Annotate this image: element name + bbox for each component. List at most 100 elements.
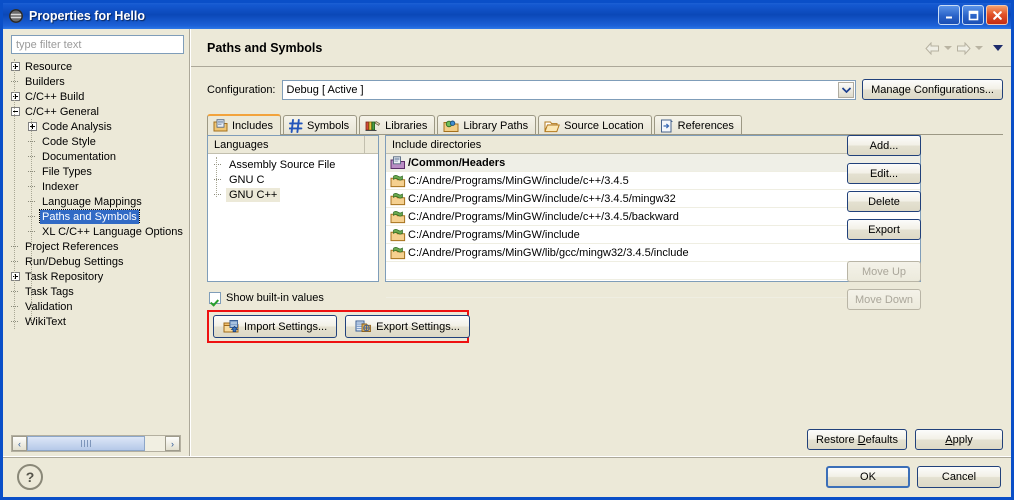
sidebar-item-project-references[interactable]: Project References <box>11 239 190 254</box>
include-directory-row[interactable]: C:/Andre/Programs/MinGW/include/c++/3.4.… <box>386 190 920 208</box>
ok-button[interactable]: OK <box>826 466 910 488</box>
sidebar-item-label: Language Mappings <box>42 195 142 208</box>
sidebar-item-run-debug-settings[interactable]: Run/Debug Settings <box>11 254 190 269</box>
include-folder-icon <box>390 192 406 206</box>
scroll-left-button[interactable]: ‹ <box>12 436 27 451</box>
tab-references[interactable]: References <box>653 115 742 135</box>
include-directories-header: Include directories <box>386 136 920 154</box>
add-button[interactable]: Add... <box>847 135 921 156</box>
show-builtin-checkbox[interactable] <box>209 292 221 304</box>
export-settings-button[interactable]: Export Settings... <box>345 315 470 338</box>
search-input[interactable] <box>11 35 184 54</box>
chevron-down-icon[interactable] <box>838 81 855 98</box>
maximize-button[interactable] <box>962 5 984 25</box>
sidebar-item-builders[interactable]: Builders <box>11 74 190 89</box>
close-button[interactable] <box>986 5 1008 25</box>
language-item-assembly-source-file[interactable]: Assembly Source File <box>214 157 378 172</box>
back-arrow-icon[interactable] <box>924 41 941 56</box>
forward-dropdown-icon[interactable] <box>975 46 983 50</box>
panels-row: Languages Assembly Source File GNU C GNU C… <box>207 135 921 310</box>
language-item-gnu-c-[interactable]: GNU C++ <box>214 187 378 202</box>
tree-line-icon <box>28 167 37 176</box>
sidebar-item-validation[interactable]: Validation <box>11 299 190 314</box>
sidebar-item-language-mappings[interactable]: Language Mappings <box>11 194 190 209</box>
edit-button[interactable]: Edit... <box>847 163 921 184</box>
settings-tree: Resource Builders C/C++ Build C/C++ General… <box>11 59 190 435</box>
include-directories-panel: Include directories /Common/Headers C:/An… <box>385 135 921 298</box>
import-settings-icon <box>223 319 239 334</box>
configuration-select[interactable]: Debug [ Active ] <box>281 79 857 100</box>
include-directory-path: C:/Andre/Programs/MinGW/lib/gcc/mingw32/… <box>408 246 689 259</box>
move-down-button: Move Down <box>847 289 921 310</box>
forward-arrow-icon[interactable] <box>955 41 972 56</box>
sidebar-item-label: Project References <box>25 240 119 253</box>
expand-icon[interactable] <box>11 62 20 71</box>
import-settings-button[interactable]: Import Settings... <box>213 315 338 338</box>
include-directory-empty-row <box>386 280 920 298</box>
expand-icon[interactable] <box>11 92 20 101</box>
minimize-button[interactable] <box>938 5 960 25</box>
sidebar-item-documentation[interactable]: Documentation <box>11 149 190 164</box>
view-menu-icon[interactable] <box>993 45 1003 51</box>
dialog-footer: ? OK Cancel <box>3 456 1011 497</box>
include-directory-row[interactable]: C:/Andre/Programs/MinGW/include/c++/3.4.… <box>386 172 920 190</box>
sidebar-item-indexer[interactable]: Indexer <box>11 179 190 194</box>
sidebar-item-c-c-general[interactable]: C/C++ General <box>11 104 190 119</box>
sidebar-item-xl-c-c-language-options[interactable]: XL C/C++ Language Options <box>11 224 190 239</box>
dialog-body: Resource Builders C/C++ Build C/C++ General… <box>3 29 1011 456</box>
delete-button[interactable]: Delete <box>847 191 921 212</box>
languages-list[interactable]: Assembly Source File GNU C GNU C++ <box>208 154 378 202</box>
tab-libraries[interactable]: Libraries <box>359 115 436 135</box>
sidebar-item-label: Resource <box>25 60 73 73</box>
sidebar-item-task-repository[interactable]: Task Repository <box>11 269 190 284</box>
sidebar-item-code-style[interactable]: Code Style <box>11 134 190 149</box>
tab-symbols[interactable]: Symbols <box>282 115 358 135</box>
sidebar-item-label: Code Style <box>42 135 96 148</box>
include-directory-row[interactable]: C:/Andre/Programs/MinGW/include <box>386 226 920 244</box>
back-dropdown-icon[interactable] <box>944 46 952 50</box>
tree-line-icon <box>28 152 37 161</box>
export-button[interactable]: Export <box>847 219 921 240</box>
tree-line-icon <box>11 287 20 296</box>
help-icon[interactable]: ? <box>17 464 43 490</box>
sidebar-item-label: Paths and Symbols <box>39 209 140 224</box>
cancel-button[interactable]: Cancel <box>917 466 1001 488</box>
scroll-right-button[interactable]: › <box>165 436 180 451</box>
tree-line-icon <box>11 77 20 86</box>
sidebar-item-resource[interactable]: Resource <box>11 59 190 74</box>
include-directory-row[interactable]: C:/Andre/Programs/MinGW/lib/gcc/mingw32/… <box>386 244 920 262</box>
language-item-gnu-c[interactable]: GNU C <box>214 172 378 187</box>
sidebar-item-c-c-build[interactable]: C/C++ Build <box>11 89 190 104</box>
scrollbar-thumb[interactable] <box>27 436 145 451</box>
sidebar-item-label: Indexer <box>42 180 79 193</box>
restore-defaults-mnemonic: D <box>857 433 866 446</box>
include-directory-row[interactable]: C:/Andre/Programs/MinGW/include/c++/3.4.… <box>386 208 920 226</box>
settings-page: Paths and Symbols Configuration: Debug [… <box>190 29 1011 456</box>
sidebar-item-code-analysis[interactable]: Code Analysis <box>11 119 190 134</box>
restore-defaults-button[interactable]: Restore Defaults <box>807 429 907 450</box>
configuration-row: Configuration: Debug [ Active ] Manage C… <box>207 79 1003 100</box>
sidebar-horizontal-scrollbar[interactable]: ‹ › <box>11 435 181 452</box>
sidebar-item-paths-and-symbols[interactable]: Paths and Symbols <box>11 209 190 224</box>
apply-button[interactable]: Apply <box>915 429 1003 450</box>
configuration-label: Configuration: <box>207 83 276 96</box>
sidebar-item-file-types[interactable]: File Types <box>11 164 190 179</box>
include-directories-list[interactable]: /Common/Headers C:/Andre/Programs/MinGW/i… <box>386 154 920 298</box>
workspace-folder-icon <box>390 155 406 170</box>
open-folder-icon <box>544 119 561 133</box>
settings-sidebar: Resource Builders C/C++ Build C/C++ General… <box>3 29 190 456</box>
import-settings-label: Import Settings... <box>244 320 328 333</box>
tab-library-paths[interactable]: Library Paths <box>437 115 537 135</box>
expand-icon[interactable] <box>28 122 37 131</box>
collapse-icon[interactable] <box>11 107 20 116</box>
tree-line-icon <box>28 182 37 191</box>
sidebar-item-task-tags[interactable]: Task Tags <box>11 284 190 299</box>
sidebar-item-wikitext[interactable]: WikiText <box>11 314 190 329</box>
tab-source-location[interactable]: Source Location <box>538 115 652 135</box>
manage-configurations-button[interactable]: Manage Configurations... <box>862 79 1003 100</box>
tab-label: Source Location <box>564 119 644 132</box>
show-builtin-label: Show built-in values <box>226 292 324 304</box>
expand-icon[interactable] <box>11 272 20 281</box>
include-directory-row[interactable]: /Common/Headers <box>386 154 920 172</box>
tab-includes[interactable]: Includes <box>207 114 281 135</box>
